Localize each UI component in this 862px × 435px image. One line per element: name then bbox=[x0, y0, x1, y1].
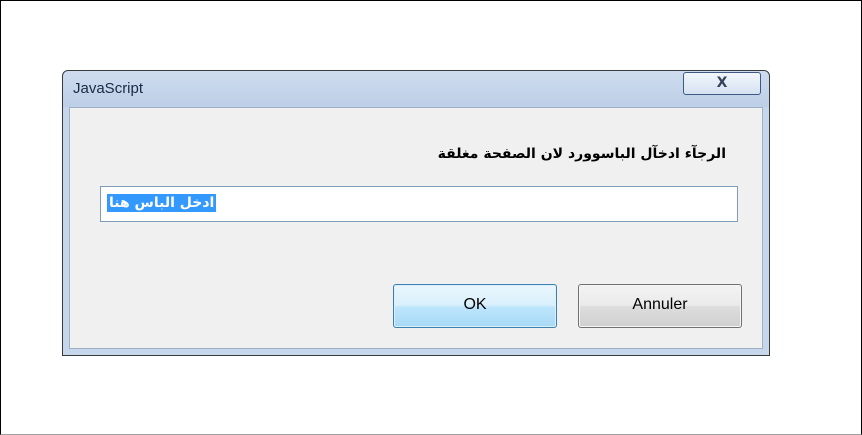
close-button[interactable]: X bbox=[683, 72, 761, 95]
dialog-titlebar[interactable]: JavaScript X bbox=[63, 71, 769, 107]
prompt-message: الرجآء ادخآل الباسوورد لان الصفحة مغلقة bbox=[437, 146, 726, 162]
cancel-button[interactable]: Annuler bbox=[578, 284, 742, 328]
input-selected-text: ادخل الباس هنا bbox=[107, 194, 217, 212]
dialog-body: الرجآء ادخآل الباسوورد لان الصفحة مغلقة … bbox=[69, 107, 763, 349]
dialog-title: JavaScript bbox=[73, 80, 144, 97]
close-icon: X bbox=[716, 75, 728, 91]
password-input[interactable]: ادخل الباس هنا bbox=[100, 186, 738, 222]
javascript-prompt-dialog: JavaScript X الرجآء ادخآل الباسوورد لان … bbox=[62, 70, 770, 356]
ok-button[interactable]: OK bbox=[393, 284, 557, 328]
